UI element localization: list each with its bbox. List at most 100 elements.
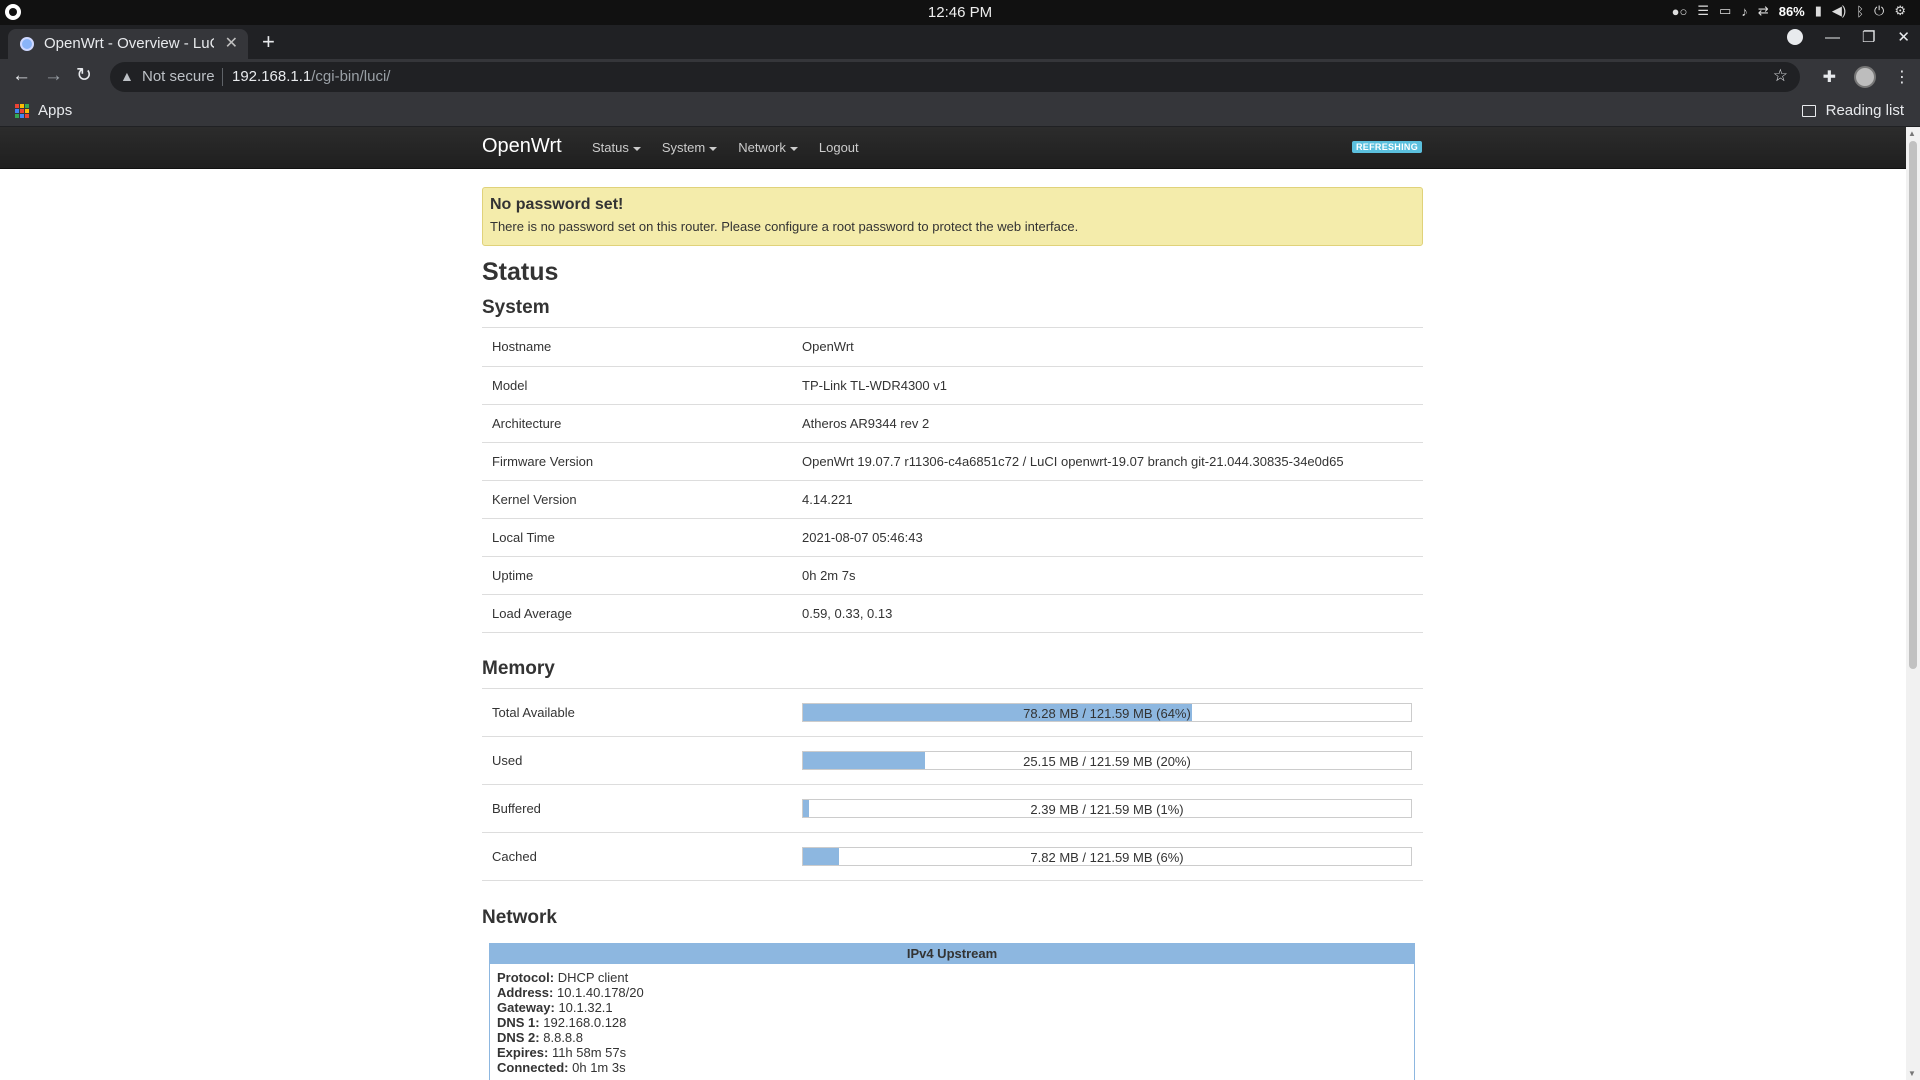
toolbar-actions: ✚ ⋮ [1823, 66, 1910, 88]
memory-key: Total Available [482, 688, 792, 737]
system-tray: ●○ ☰ ▭ ♪ ⇄ 86% ▮ ◀) ᛒ ⏻ ⚙ [1672, 3, 1906, 19]
reading-list-button[interactable]: Reading list [1801, 102, 1904, 119]
ipv4-upstream-details: Protocol: DHCP client Address: 10.1.40.17… [490, 964, 1414, 1080]
network-field-key: Gateway: [497, 1000, 555, 1015]
refreshing-badge[interactable]: REFRESHING [1352, 141, 1423, 153]
main-menu: Status System Network Logout [592, 140, 859, 155]
system-value: 2021-08-07 05:46:43 [792, 518, 1423, 557]
memory-progress-bar: 25.15 MB / 121.59 MB (20%) [802, 751, 1412, 770]
scroll-thumb[interactable] [1909, 141, 1917, 669]
network-field: Address: 10.1.40.178/20 [497, 985, 1407, 1000]
kebab-menu-icon[interactable]: ⋮ [1894, 67, 1910, 87]
warning-icon[interactable]: ▲ [120, 68, 134, 84]
menu-icon[interactable]: ☰ [1697, 3, 1709, 19]
system-table: Hostname OpenWrt Model TP-Link TL-WDR4300 v… [482, 328, 1423, 633]
memory-key: Used [482, 736, 792, 785]
network-icon[interactable]: ⇄ [1758, 3, 1769, 19]
address-bar[interactable]: ▲ Not secure 192.168.1.1/cgi-bin/luci/ ☆ [110, 62, 1800, 92]
memory-bar-cell: 78.28 MB / 121.59 MB (64%) [792, 688, 1423, 737]
menu-network-label: Network [738, 140, 786, 155]
volume-icon[interactable]: ◀) [1832, 3, 1846, 19]
bell-icon[interactable]: ♪ [1741, 4, 1748, 19]
minimize-icon[interactable]: — [1825, 29, 1840, 46]
network-field-key: Protocol: [497, 970, 555, 985]
system-value: OpenWrt [792, 328, 1423, 367]
network-field-key: Address: [497, 985, 554, 1000]
system-row: Hostname OpenWrt [482, 328, 1423, 367]
memory-row: Total Available 78.28 MB / 121.59 MB (64%… [482, 688, 1423, 737]
menu-status[interactable]: Status [592, 140, 641, 155]
caret-down-icon [632, 146, 641, 151]
network-field: DNS 1: 192.168.0.128 [497, 1015, 1407, 1030]
system-key: Hostname [482, 328, 792, 367]
new-tab-button[interactable]: + [262, 29, 275, 55]
menu-system-label: System [661, 140, 706, 155]
menu-network[interactable]: Network [738, 140, 798, 155]
memory-key: Cached [482, 832, 792, 881]
forward-icon[interactable]: → [44, 65, 63, 87]
caret-down-icon [709, 146, 718, 151]
brand-logo[interactable]: OpenWrt [482, 135, 562, 158]
menu-logout[interactable]: Logout [819, 140, 859, 155]
back-icon[interactable]: ← [12, 65, 31, 87]
network-field-value: 10.1.40.178/20 [556, 985, 644, 1000]
network-field: Connected: 0h 1m 3s [497, 1060, 1407, 1075]
apps-grid-icon[interactable] [15, 104, 29, 118]
network-field-key: DNS 1: [497, 1015, 540, 1030]
memory-table: Total Available 78.28 MB / 121.59 MB (64%… [482, 688, 1423, 881]
url-text[interactable]: 192.168.1.1/cgi-bin/luci/ [232, 68, 390, 85]
reading-list-icon [1801, 104, 1816, 117]
settings-icon[interactable]: ⚙ [1894, 3, 1906, 19]
folder-icon[interactable]: ▭ [1719, 3, 1731, 19]
no-password-alert: No password set! There is no password se… [482, 187, 1423, 246]
system-heading: System [482, 297, 1423, 328]
page-scrollbar[interactable]: ▲ ▼ [1906, 127, 1920, 1080]
close-tab-icon[interactable]: ✕ [225, 33, 238, 53]
download-icon[interactable] [1786, 29, 1803, 45]
browser-tab[interactable]: OpenWrt - Overview - LuCI ✕ [8, 29, 248, 59]
network-field-value: 10.1.32.1 [558, 1000, 613, 1015]
window-controls: — ❐ ✕ [1786, 28, 1910, 46]
url-host: 192.168.1.1 [232, 68, 312, 85]
system-key: Load Average [482, 594, 792, 633]
memory-progress-label: 25.15 MB / 121.59 MB (20%) [1023, 754, 1191, 769]
apps-bookmark[interactable]: Apps [38, 102, 72, 119]
power-icon[interactable]: ⏻ [1874, 3, 1884, 19]
system-value: 4.14.221 [792, 480, 1423, 519]
openwrt-navbar: OpenWrt Status System Network Logout REF… [0, 127, 1906, 169]
memory-bar-cell: 25.15 MB / 121.59 MB (20%) [792, 736, 1423, 785]
security-label[interactable]: Not secure [142, 68, 215, 85]
ipv4-upstream-box: IPv4 Upstream Protocol: DHCP client Addre… [489, 943, 1415, 1080]
restore-icon[interactable]: ❐ [1862, 28, 1875, 46]
tab-title: OpenWrt - Overview - LuCI [44, 35, 214, 52]
omnibox-divider [222, 68, 223, 86]
scroll-up-arrow-icon[interactable]: ▲ [1908, 129, 1916, 138]
reload-icon[interactable]: ↻ [76, 65, 92, 87]
memory-row: Used 25.15 MB / 121.59 MB (20%) [482, 736, 1423, 785]
network-field: Gateway: 10.1.32.1 [497, 1000, 1407, 1015]
toggle-icon[interactable]: ●○ [1672, 4, 1688, 19]
memory-progress-label: 2.39 MB / 121.59 MB (1%) [1030, 802, 1184, 817]
memory-progress-label: 78.28 MB / 121.59 MB (64%) [1023, 705, 1191, 721]
browser-tab-strip: OpenWrt - Overview - LuCI ✕ [0, 25, 1920, 59]
system-row: Local Time 2021-08-07 05:46:43 [482, 518, 1423, 557]
memory-heading: Memory [482, 658, 1423, 689]
system-key: Uptime [482, 556, 792, 595]
scroll-down-arrow-icon[interactable]: ▼ [1908, 1069, 1916, 1078]
system-value: OpenWrt 19.07.7 r11306-c4a6851c72 / LuCI… [792, 442, 1423, 481]
system-key: Architecture [482, 404, 792, 443]
profile-avatar[interactable] [1854, 66, 1876, 88]
bookmark-star-icon[interactable]: ☆ [1773, 66, 1788, 86]
url-path: /cgi-bin/luci/ [311, 68, 391, 85]
os-top-bar: 12:46 PM ●○ ☰ ▭ ♪ ⇄ 86% ▮ ◀) ᛒ ⏻ ⚙ [0, 0, 1920, 25]
menu-system[interactable]: System [661, 140, 718, 155]
close-window-icon[interactable]: ✕ [1897, 28, 1910, 46]
network-field: Protocol: DHCP client [497, 970, 1407, 985]
battery-icon[interactable]: ▮ [1815, 3, 1822, 19]
memory-progress-bar: 2.39 MB / 121.59 MB (1%) [802, 799, 1412, 818]
memory-bar-cell: 2.39 MB / 121.59 MB (1%) [792, 784, 1423, 833]
system-key: Local Time [482, 518, 792, 557]
bluetooth-icon[interactable]: ᛒ [1856, 4, 1864, 19]
extensions-icon[interactable]: ✚ [1823, 67, 1836, 87]
memory-bar-cell: 7.82 MB / 121.59 MB (6%) [792, 832, 1423, 881]
